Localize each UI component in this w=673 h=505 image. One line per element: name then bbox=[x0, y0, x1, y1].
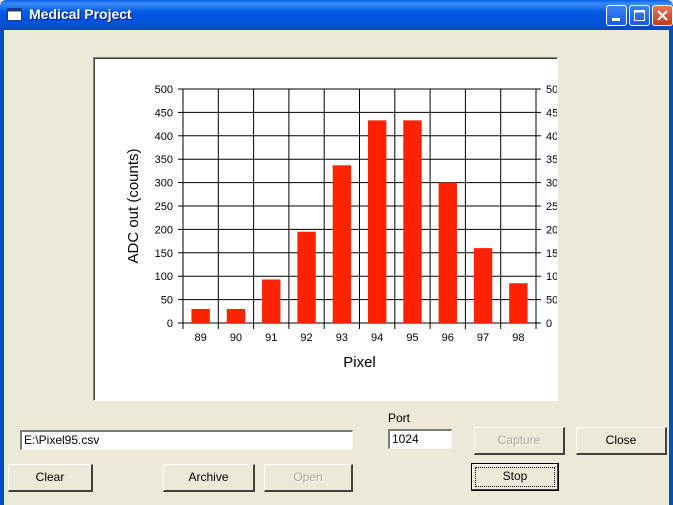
close-window-button[interactable] bbox=[652, 5, 673, 26]
y-tick-label-left: 500 bbox=[155, 84, 173, 96]
x-tick-label: 97 bbox=[477, 332, 489, 344]
chart-panel: 0 0 50 50 100 100 150 150 200 200 250 250 300 300 350 3… bbox=[93, 57, 558, 401]
x-tick-label: 92 bbox=[300, 332, 312, 344]
y-tick-label-right: 400 bbox=[546, 131, 557, 143]
bar bbox=[191, 308, 210, 323]
minimize-button[interactable] bbox=[606, 5, 627, 26]
bar bbox=[332, 165, 352, 323]
bar bbox=[262, 279, 281, 323]
bar bbox=[403, 120, 422, 323]
title-bar[interactable]: Medical Project bbox=[0, 0, 673, 30]
close-icon bbox=[657, 10, 668, 21]
x-tick-label: 93 bbox=[336, 332, 348, 344]
x-tick-label: 96 bbox=[442, 332, 454, 344]
port-input[interactable]: 1024 bbox=[388, 429, 452, 449]
x-axis-label: Pixel bbox=[343, 354, 376, 371]
maximize-button[interactable] bbox=[629, 5, 650, 26]
bar bbox=[438, 182, 457, 323]
y-tick-label-left: 200 bbox=[155, 224, 173, 236]
bar bbox=[297, 231, 316, 323]
x-tick-label: 94 bbox=[371, 332, 383, 344]
y-tick-label-right: 50 bbox=[546, 295, 557, 307]
x-tick-label: 89 bbox=[195, 332, 207, 344]
close-button[interactable]: Close bbox=[576, 427, 667, 455]
y-tick-label-right: 500 bbox=[546, 84, 557, 96]
y-tick-label-right: 200 bbox=[546, 224, 557, 236]
x-tick-label: 91 bbox=[265, 332, 277, 344]
focus-rectangle bbox=[475, 467, 555, 487]
y-axis-label: ADC out (counts) bbox=[125, 148, 142, 263]
open-button[interactable]: Open bbox=[264, 464, 353, 492]
y-tick-label-right: 350 bbox=[546, 154, 557, 166]
bar bbox=[367, 120, 387, 323]
y-tick-label-right: 300 bbox=[546, 178, 557, 190]
x-tick-label: 98 bbox=[512, 332, 524, 344]
y-tick-label-left: 100 bbox=[155, 271, 173, 283]
y-tick-label-right: 0 bbox=[546, 318, 552, 330]
y-tick-label-right: 450 bbox=[546, 107, 557, 119]
y-tick-label-left: 450 bbox=[155, 107, 173, 119]
archive-button[interactable]: Archive bbox=[163, 464, 255, 492]
y-tick-label-left: 400 bbox=[155, 131, 173, 143]
maximize-icon bbox=[634, 10, 645, 21]
bar bbox=[226, 308, 246, 323]
y-tick-label-right: 100 bbox=[546, 271, 557, 283]
window-title: Medical Project bbox=[29, 6, 132, 22]
bar bbox=[473, 248, 493, 323]
y-tick-label-right: 150 bbox=[546, 248, 557, 260]
y-tick-label-left: 300 bbox=[155, 178, 173, 190]
x-tick-label: 90 bbox=[230, 332, 242, 344]
port-label: Port bbox=[388, 411, 411, 425]
y-tick-label-right: 250 bbox=[546, 201, 557, 213]
clear-button[interactable]: Clear bbox=[8, 464, 93, 492]
stop-button[interactable]: Stop bbox=[471, 463, 559, 491]
window-frame-right bbox=[669, 30, 673, 505]
file-path-input[interactable]: E:\Pixel95.csv bbox=[20, 430, 353, 450]
y-tick-label-left: 50 bbox=[161, 295, 173, 307]
x-tick-label: 95 bbox=[406, 332, 418, 344]
adc-bar-chart: 0 0 50 50 100 100 150 150 200 200 250 250 300 300 350 3… bbox=[125, 84, 557, 371]
y-tick-label-left: 350 bbox=[155, 154, 173, 166]
y-tick-label-left: 250 bbox=[155, 201, 173, 213]
app-icon bbox=[7, 8, 22, 21]
y-tick-label-left: 0 bbox=[167, 318, 173, 330]
minimize-icon bbox=[612, 18, 620, 21]
capture-button[interactable]: Capture bbox=[474, 427, 565, 455]
bar bbox=[509, 283, 528, 323]
y-tick-label-left: 150 bbox=[155, 248, 173, 260]
window-frame-left bbox=[0, 30, 4, 505]
